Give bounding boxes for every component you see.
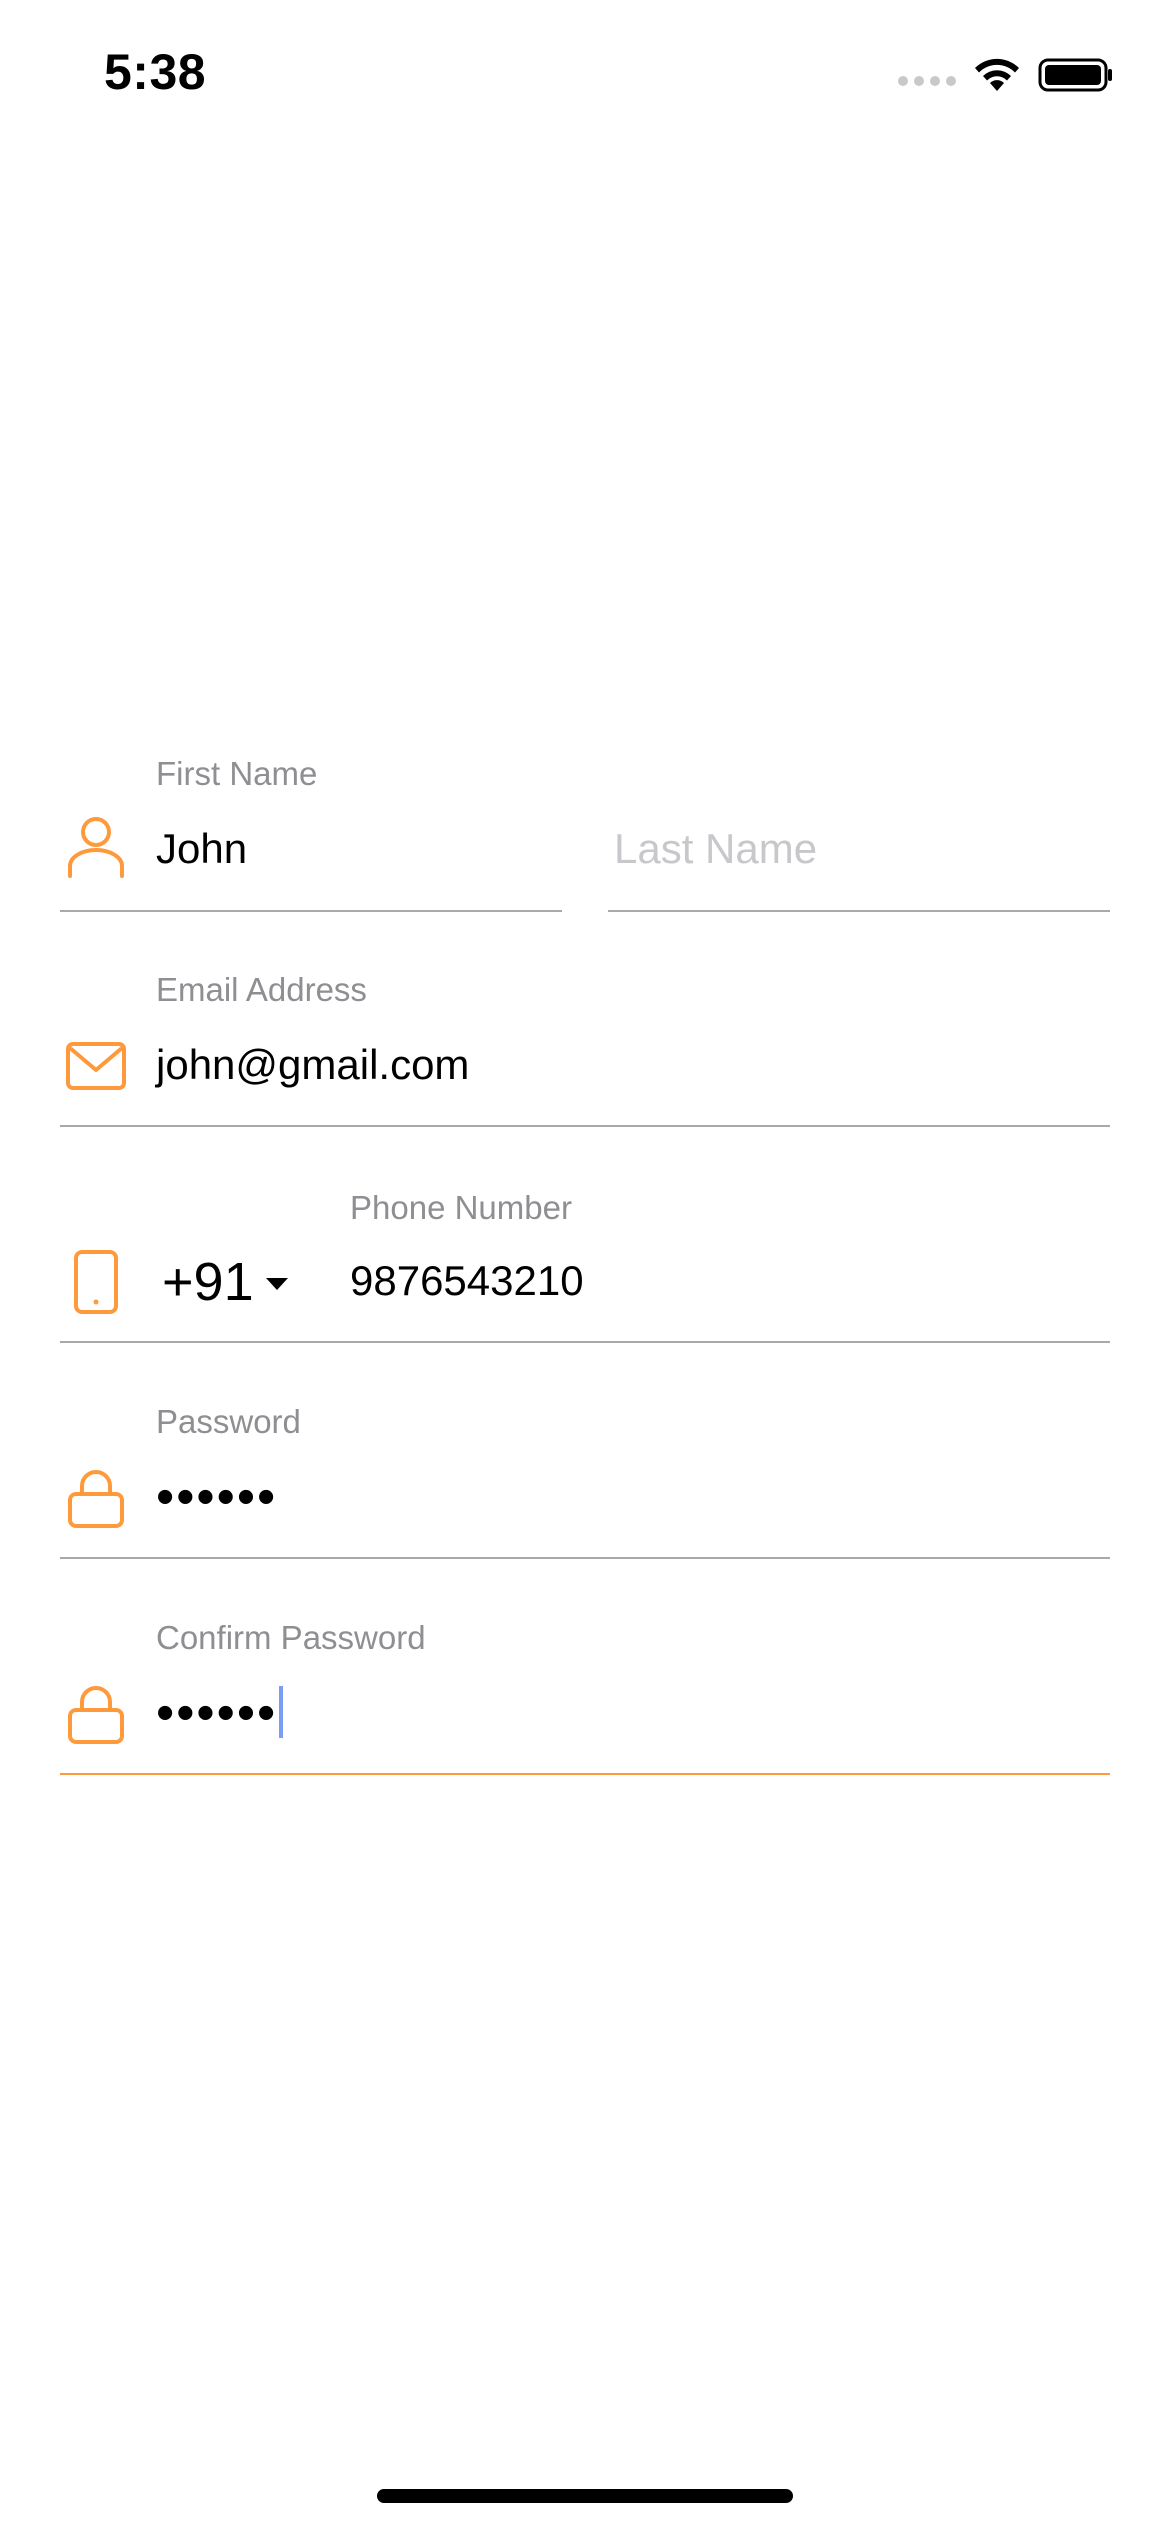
text-cursor [279, 1686, 284, 1739]
wifi-icon [975, 58, 1019, 91]
phone-icon [74, 1250, 118, 1314]
country-code: +91 [162, 1252, 254, 1312]
home-indicator[interactable] [377, 2489, 793, 2503]
mail-icon [66, 1042, 126, 1090]
chevron-down-icon [265, 1278, 288, 1290]
password-label: Password [156, 1403, 301, 1440]
status-time: 5:38 [104, 44, 207, 100]
email-label: Email Address [156, 971, 367, 1008]
first-name-underline [60, 910, 562, 912]
confirm-password-underline [60, 1773, 1110, 1775]
battery-icon [1038, 58, 1112, 92]
first-name-input[interactable]: John [156, 824, 247, 874]
phone-label: Phone Number [350, 1189, 572, 1226]
first-name-label: First Name [156, 755, 318, 792]
person-icon [68, 817, 124, 878]
status-icons [898, 52, 1114, 98]
last-name-underline [608, 910, 1110, 912]
lock-icon [68, 1686, 124, 1744]
lock-icon [68, 1470, 124, 1528]
phone-underline [60, 1341, 1110, 1343]
confirm-password-value: •••••• [156, 1684, 278, 1742]
status-bar: 5:38 [0, 0, 1170, 150]
email-underline [60, 1125, 1110, 1127]
phone-input[interactable]: 9876543210 [350, 1256, 584, 1306]
confirm-password-input[interactable]: •••••• [156, 1686, 284, 1742]
email-input[interactable]: john@gmail.com [156, 1040, 469, 1090]
country-code-selector[interactable]: +91 [162, 1252, 288, 1312]
confirm-password-label: Confirm Password [156, 1619, 426, 1656]
password-underline [60, 1557, 1110, 1559]
cellular-signal-icon [898, 76, 956, 86]
last-name-input[interactable]: Last Name [614, 824, 817, 874]
password-input[interactable]: •••••• [156, 1471, 277, 1523]
